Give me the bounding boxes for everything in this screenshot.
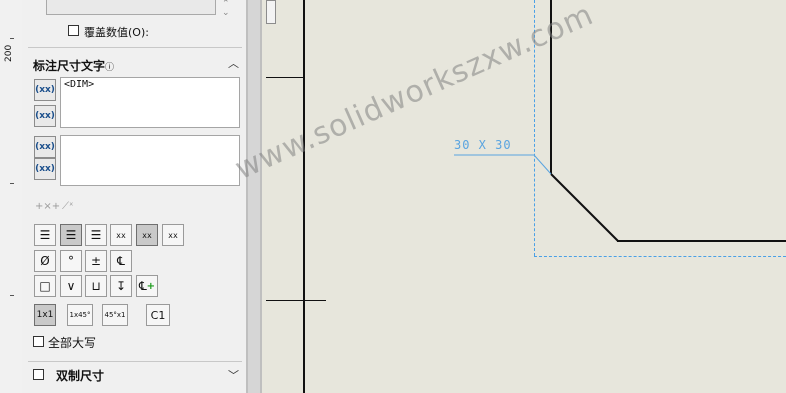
chamfer-label: C1 <box>150 308 166 322</box>
symbol-label: ℄ <box>117 254 125 268</box>
text-above-button[interactable]: xx <box>110 224 132 246</box>
inspection-dim-button-2[interactable]: (xx) <box>34 158 56 180</box>
square-symbol-button[interactable]: □ <box>34 275 56 297</box>
vertical-ruler: 200 <box>0 0 23 393</box>
add-parentheses-button-2[interactable]: (xx) <box>34 136 56 158</box>
dual-dim-checkbox[interactable] <box>33 369 44 380</box>
ruler-tick <box>10 38 14 39</box>
divider <box>28 47 242 48</box>
align-right-button[interactable]: ☰ <box>85 224 107 246</box>
diameter-symbol-button[interactable]: Ø <box>34 250 56 272</box>
chamfer-1x45-button[interactable]: 1x45° <box>67 304 93 326</box>
chamfer-label: 1x1 <box>36 310 54 320</box>
insert-symbol-icon: +×+ <box>35 201 61 212</box>
countersink-button[interactable]: ∨ <box>60 275 82 297</box>
chamfer-1x1-button[interactable]: 1x1 <box>34 304 56 326</box>
section-title-text: 标注尺寸文字 <box>33 59 106 73</box>
plus-minus-button[interactable]: ± <box>85 250 107 272</box>
override-value-checkbox[interactable] <box>68 25 79 36</box>
counterbore-button[interactable]: ⊔ <box>85 275 107 297</box>
spin-arrows-icon[interactable]: ⌃ ⌄ <box>222 0 230 18</box>
symbol-label: ± <box>90 254 102 268</box>
degree-symbol-button[interactable]: ° <box>60 250 82 272</box>
chevron-up-icon[interactable]: ︿ <box>228 55 239 71</box>
text-below-button[interactable]: xx <box>162 224 184 246</box>
divider <box>28 361 242 362</box>
scrollbar-track[interactable] <box>248 0 260 393</box>
chamfer-label: 45°x1 <box>104 311 126 319</box>
symbol-label: Ø <box>40 254 50 268</box>
chamfer-label: 1x45° <box>69 311 91 319</box>
symbol-label: ° <box>68 254 74 268</box>
ruler-label: 200 <box>4 44 14 62</box>
info-icon: ⓘ <box>105 63 115 73</box>
dimension-text-top[interactable]: <DIM> <box>60 77 240 128</box>
text-center-button[interactable]: xx <box>136 224 158 246</box>
dimension-text-bottom[interactable] <box>60 135 240 186</box>
align-center-button[interactable]: ☰ <box>60 224 82 246</box>
chamfer-dimension-text[interactable]: 30 X 30 <box>454 138 512 152</box>
ruler-tick <box>10 183 14 184</box>
more-symbols-button[interactable]: ℄ + <box>136 275 158 297</box>
all-caps-label: 全部大写 <box>48 336 97 350</box>
add-parentheses-button[interactable]: (xx) <box>34 79 56 101</box>
angle-text-icon: ⟋ˣ <box>62 201 74 212</box>
chevron-down-icon[interactable]: ﹀ <box>228 367 239 383</box>
chamfer-edge <box>550 173 619 242</box>
align-left-button[interactable]: ☰ <box>34 224 56 246</box>
value-field[interactable] <box>46 0 216 15</box>
override-value-label: 覆盖数值(O): <box>84 26 149 39</box>
centerline-button[interactable]: ℄ <box>110 250 132 272</box>
chamfer-c1-button[interactable]: C1 <box>146 304 170 326</box>
depth-button[interactable]: ↧ <box>110 275 132 297</box>
section-title: 标注尺寸文字ⓘ <box>33 57 114 74</box>
chamfer-45x1-button[interactable]: 45°x1 <box>102 304 128 326</box>
inspection-dim-button[interactable]: (xx) <box>34 105 56 127</box>
dual-dim-label: 双制尺寸 <box>56 369 105 383</box>
leader-arrow-line <box>533 154 552 175</box>
ruler-tick <box>10 295 14 296</box>
all-caps-checkbox[interactable] <box>33 336 44 347</box>
